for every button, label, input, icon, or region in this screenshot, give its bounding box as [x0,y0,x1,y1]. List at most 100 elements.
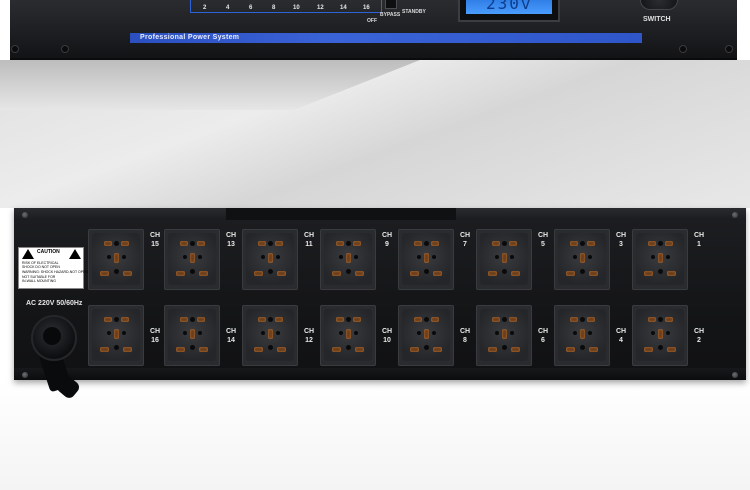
channel-prefix: CH [303,232,315,239]
channel-number: 8 [463,337,467,344]
outlet-hole [658,345,663,350]
scale-number: 2 [203,5,207,11]
outlet-pin [346,253,351,263]
outlet-hole [417,255,421,259]
power-outlet[interactable] [398,229,454,290]
outlet-pin [511,271,520,276]
outlet-pin [190,253,195,263]
power-outlet[interactable] [88,305,144,366]
power-outlet[interactable] [476,305,532,366]
channel-number: 13 [227,241,235,248]
outlet-pin [254,271,263,276]
power-outlet[interactable] [398,305,454,366]
channel-prefix: CH [381,328,393,335]
warning-triangle-icon [22,249,34,259]
outlet-hole [183,255,187,259]
outlet-hole [268,269,273,274]
channel-number: 2 [697,337,701,344]
outlet-hole [495,331,499,335]
outlet-pin [667,271,676,276]
channel-prefix: CH [303,328,315,335]
outlet-hole [183,331,187,335]
outlet-hole [651,255,655,259]
channel-number: 10 [383,337,391,344]
channel-label: CH 5 [536,231,550,249]
channel-prefix: CH [537,328,549,335]
outlet-pin [258,241,266,246]
power-outlet[interactable] [164,229,220,290]
channel-label: CH 13 [224,231,238,249]
channel-prefix: CH [693,232,705,239]
rack-ear-hole [12,46,18,52]
screw [732,372,738,378]
outlet-pin [100,347,109,352]
channel-prefix: CH [459,328,471,335]
power-outlet[interactable] [164,305,220,366]
outlet-hole [354,255,358,259]
outlet-hole [502,345,507,350]
outlet-hole [651,331,655,335]
outlet-hole [339,331,343,335]
power-outlet[interactable] [242,305,298,366]
screw [22,212,28,218]
power-outlet[interactable] [88,229,144,290]
outlet-pin [336,317,344,322]
outlet-hole [122,331,126,335]
power-outlet[interactable] [320,229,376,290]
outlet-pin [104,241,112,246]
power-outlet[interactable] [554,305,610,366]
outlet-pin [488,271,497,276]
channel-number: 12 [305,337,313,344]
power-outlet[interactable] [476,229,532,290]
power-outlet[interactable] [632,229,688,290]
outlet-face [402,309,450,361]
outlet-hole [580,345,585,350]
outlet-hole [432,331,436,335]
outlet-pin [176,347,185,352]
off-label: OFF [367,18,377,24]
outlet-pin [414,317,422,322]
power-outlet[interactable] [554,229,610,290]
scale-number: 14 [340,5,347,11]
outlet-pin [648,317,656,322]
outlet-face [92,233,140,285]
outlet-hole [198,331,202,335]
channel-prefix: CH [459,232,471,239]
outlet-pin [587,241,595,246]
bypass-button[interactable] [385,0,397,9]
power-outlet[interactable] [320,305,376,366]
outlet-pin [431,317,439,322]
channel-label: CH 15 [148,231,162,249]
outlet-hole [424,317,429,322]
outlet-pin [332,347,341,352]
channel-label: CH 14 [224,327,238,345]
outlet-pin [566,271,575,276]
outlet-hole [580,317,585,322]
outlet-pin [511,347,520,352]
outlet-pin [176,271,185,276]
outlet-pin [121,317,129,322]
outlet-hole [502,241,507,246]
outlet-pin [197,317,205,322]
outlet-hole [424,269,429,274]
outlet-hole [346,241,351,246]
outlet-pin [190,329,195,339]
channel-label: CH 4 [614,327,628,345]
outlet-face [324,233,372,285]
channel-indicator-scale: 2 4 6 8 10 12 14 16 [190,0,382,13]
caution-sticker: CAUTION RISK OF ELECTRICAL SHOCK DO NOT … [18,247,88,289]
channel-number: 3 [619,241,623,248]
channel-prefix: CH [615,328,627,335]
outlet-face [168,233,216,285]
channel-number: 5 [541,241,545,248]
power-outlet[interactable] [242,229,298,290]
outlet-face [92,309,140,361]
power-switch-knob[interactable] [640,0,678,10]
outlet-pin [424,329,429,339]
outlet-pin [353,241,361,246]
cord-entry [43,327,61,345]
outlet-pin [268,253,273,263]
caution-text: WARNING: SHOCK HAZARD-NOT OPEN [22,270,88,274]
power-outlet[interactable] [632,305,688,366]
scale-number: 16 [363,5,370,11]
